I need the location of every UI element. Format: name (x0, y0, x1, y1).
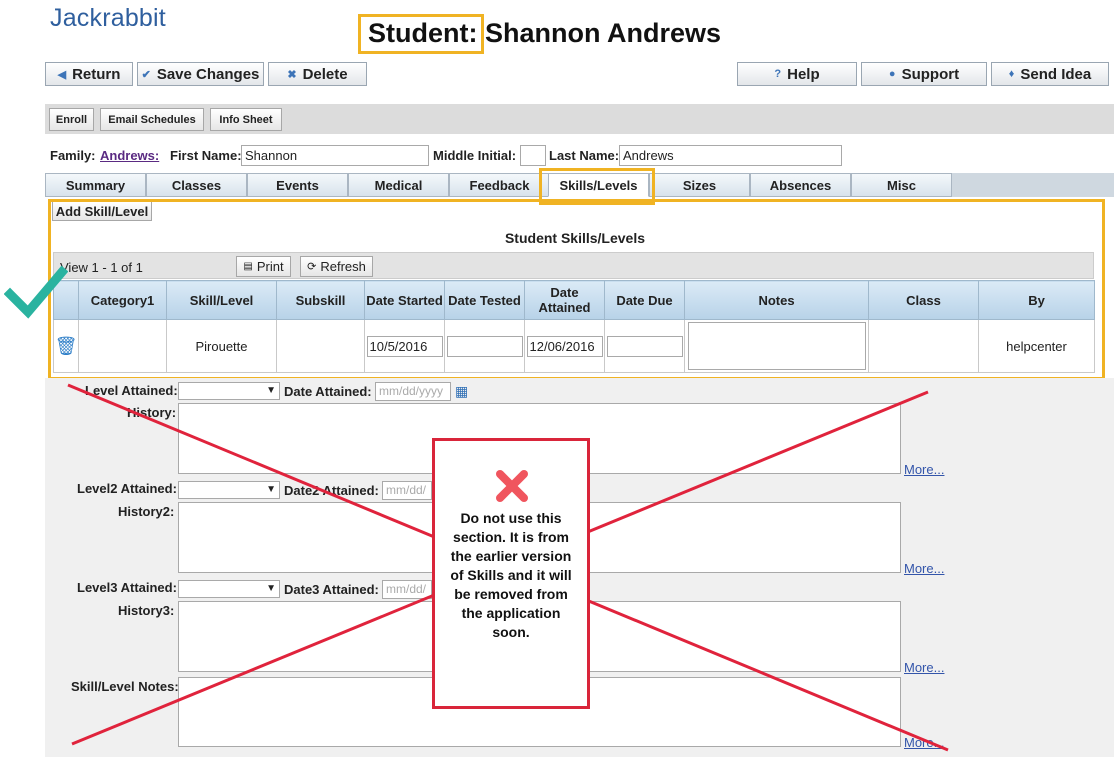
deprecation-warning-callout: Do not use this section. It is from the … (432, 438, 590, 709)
red-x-icon (496, 470, 528, 502)
warning-text: Do not use this section. It is from the … (450, 510, 572, 640)
